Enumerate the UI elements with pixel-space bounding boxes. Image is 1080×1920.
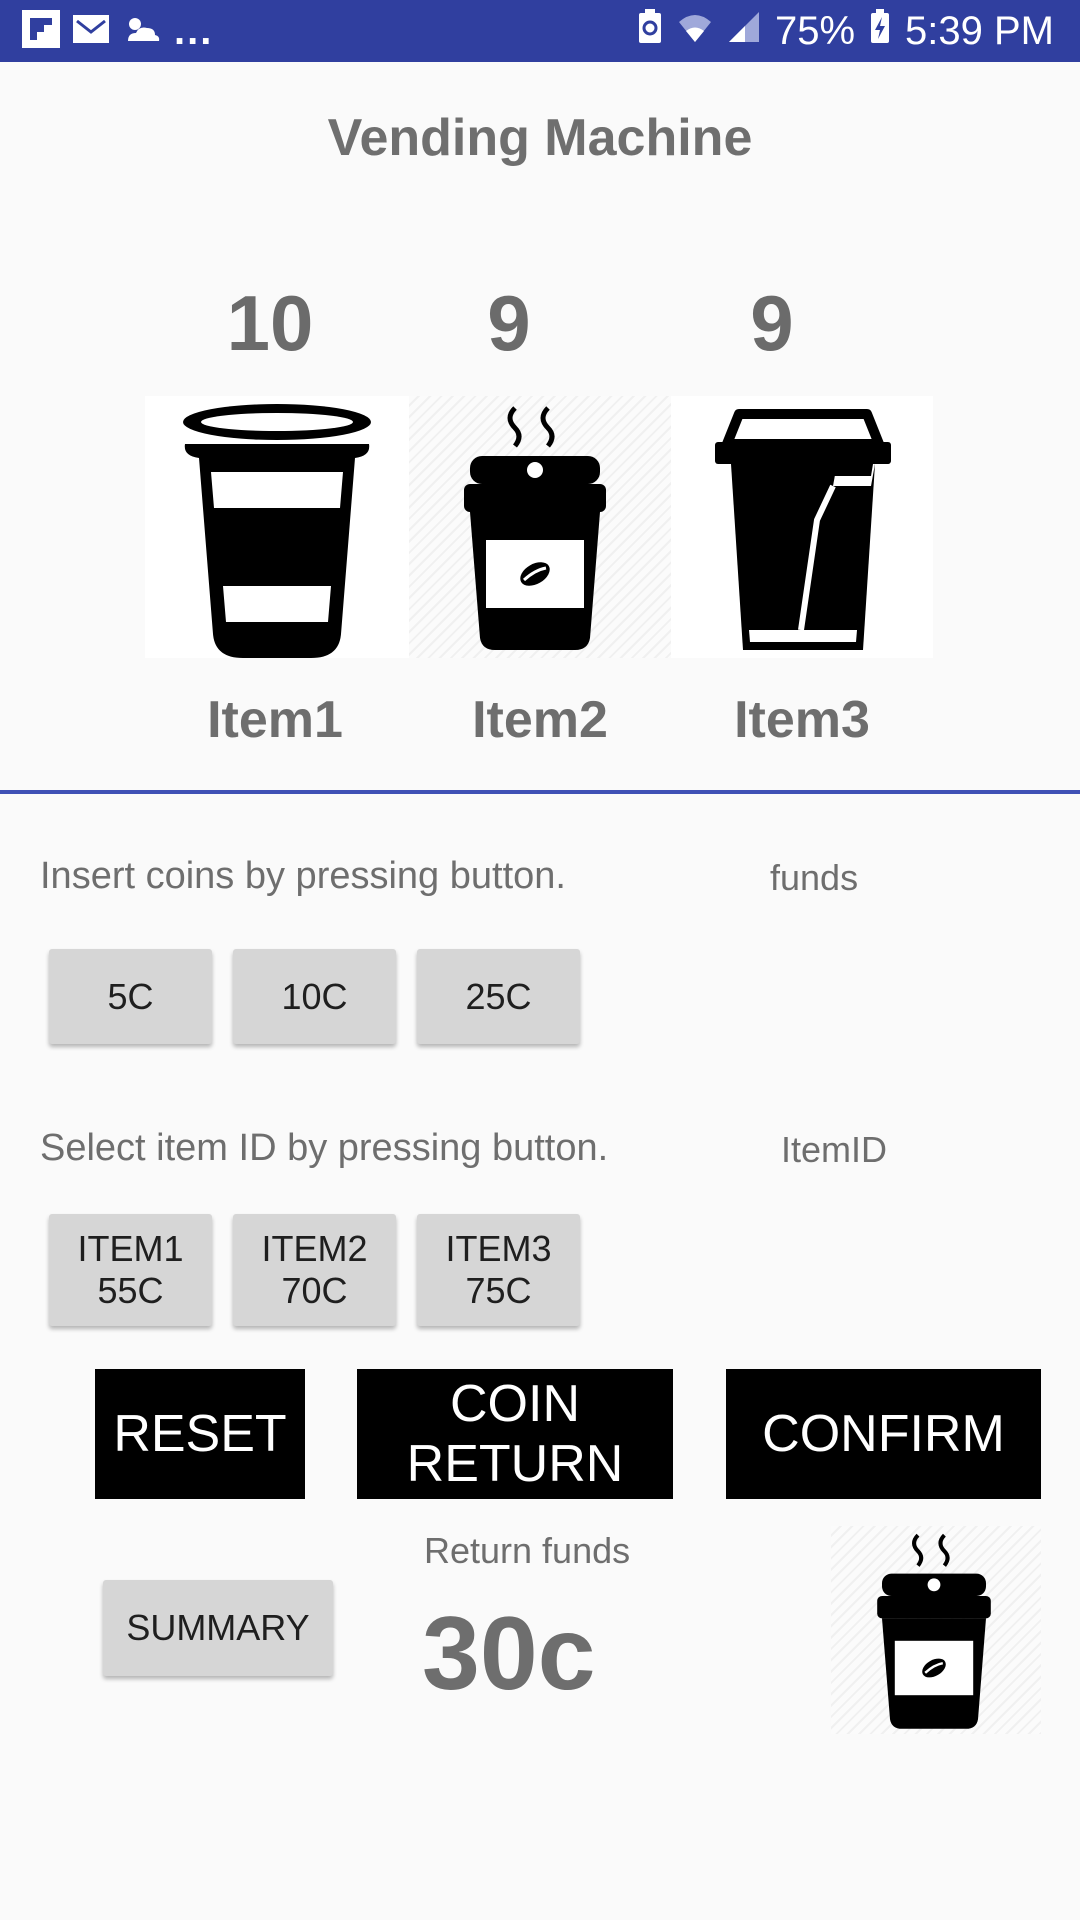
item1-select-button[interactable]: ITEM1 55C: [49, 1214, 212, 1326]
item1-select-price: 55C: [97, 1270, 164, 1311]
hot-coffee-icon: [873, 1532, 995, 1737]
section-divider: [0, 790, 1080, 794]
coin-5c-button[interactable]: 5C: [49, 949, 212, 1044]
item1-image: [145, 396, 409, 658]
battery-charging-icon: [869, 8, 891, 54]
item1-select-name: ITEM1: [77, 1228, 184, 1269]
item3-select-button[interactable]: ITEM3 75C: [417, 1214, 580, 1326]
dispensed-item-image: [831, 1526, 1041, 1734]
flipboard-icon: [22, 9, 60, 53]
item1-count: 10: [226, 279, 314, 367]
return-funds-value: 30c: [422, 1596, 596, 1712]
item3-select-price: 75C: [465, 1270, 532, 1311]
item2-select-button[interactable]: ITEM2 70C: [233, 1214, 396, 1326]
system-icons: 75% 5:39 PM: [637, 0, 1054, 62]
coin-return-label-line1: COIN: [450, 1375, 580, 1433]
item2-image: [409, 396, 671, 658]
clock: 5:39 PM: [905, 8, 1054, 53]
status-bar: ... 75% 5:39 PM: [0, 0, 1080, 62]
item3-select-name: ITEM3: [445, 1228, 552, 1269]
reset-button[interactable]: RESET: [95, 1369, 305, 1499]
item2-label: Item2: [472, 691, 608, 749]
return-funds-label: Return funds: [424, 1530, 631, 1571]
more-notifications: ...: [174, 9, 214, 53]
summary-button[interactable]: SUMMARY: [103, 1580, 333, 1676]
item2-count: 9: [487, 279, 531, 367]
coin-return-button[interactable]: COIN RETURN: [357, 1369, 673, 1499]
coin-instruction: Insert coins by pressing button.: [40, 855, 566, 897]
battery-saver-icon: [637, 8, 663, 54]
weather-icon: [122, 11, 162, 52]
coin-10c-button[interactable]: 10C: [233, 949, 396, 1044]
coin-25c-button[interactable]: 25C: [417, 949, 580, 1044]
funds-label: funds: [770, 857, 859, 898]
confirm-button[interactable]: CONFIRM: [726, 1369, 1041, 1499]
item3-count: 9: [750, 279, 794, 367]
item2-select-name: ITEM2: [261, 1228, 368, 1269]
item2-select-price: 70C: [281, 1270, 348, 1311]
cup-icon: [177, 396, 377, 663]
gmail-icon: [72, 13, 110, 50]
notification-icons: ...: [22, 9, 214, 53]
battery-percent: 75%: [774, 8, 856, 53]
signal-icon: [727, 9, 761, 54]
item3-image: [671, 396, 933, 658]
wifi-icon: [677, 9, 713, 54]
page-title: Vending Machine: [327, 109, 753, 167]
item1-label: Item1: [207, 691, 343, 749]
hot-coffee-icon: [460, 404, 610, 659]
coin-return-label-line2: RETURN: [406, 1435, 624, 1493]
takeaway-cup-icon: [713, 404, 893, 659]
item3-label: Item3: [734, 691, 870, 749]
select-instruction: Select item ID by pressing button.: [40, 1127, 609, 1169]
itemid-label: ItemID: [781, 1129, 888, 1170]
